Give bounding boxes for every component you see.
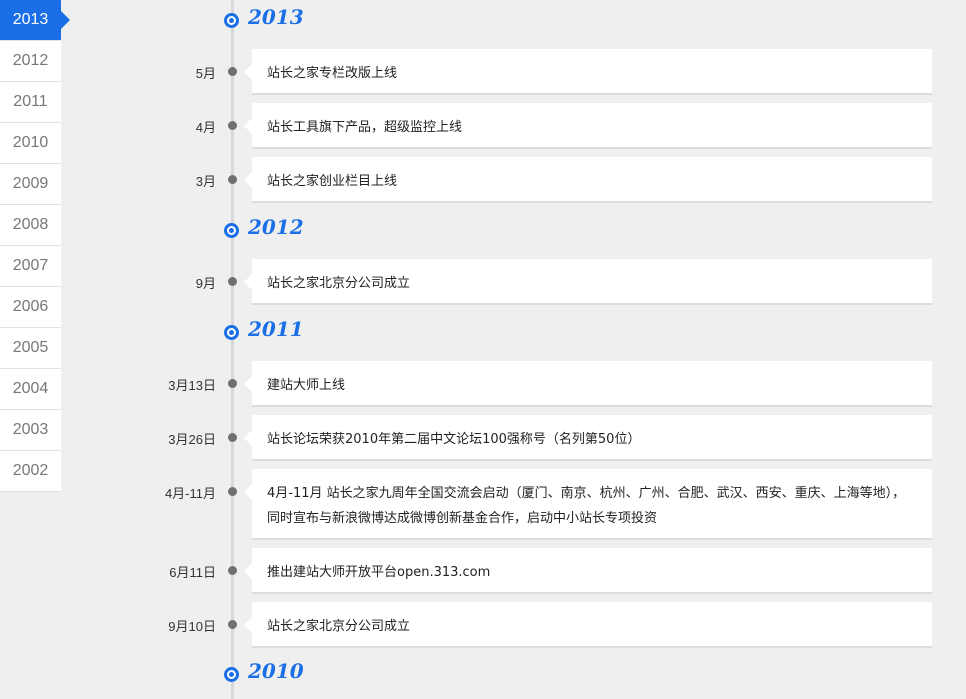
event-date: 3月13日 [168,378,216,393]
year-title: 2012 [248,215,304,239]
event-date: 3月 [195,174,216,189]
event-dot-icon [228,277,237,286]
timeline-event: 3月 站长之家创业栏目上线 [0,157,966,203]
event-card: 4月-11月 站长之家九周年全国交流会启动（厦门、南京、杭州、广州、合肥、武汉、… [244,469,932,540]
event-dot-icon [228,433,237,442]
event-card: 建站大师上线 [244,361,932,407]
event-card: 站长之家专栏改版上线 [244,49,932,95]
event-dot-icon [228,121,237,130]
event-date: 6月11日 [169,565,216,580]
timeline-event: 4月 站长工具旗下产品，超级监控上线 [0,103,966,149]
event-dot-icon [228,67,237,76]
event-date: 9月10日 [168,619,216,634]
event-date: 5月 [195,66,216,81]
year-nav-item-2008[interactable]: 2008 [0,205,61,246]
event-card: 站长之家北京分公司成立 [244,602,932,648]
year-title: 2010 [248,659,304,683]
event-date: 9月 [195,276,216,291]
event-card: 推出建站大师开放平台open.313.com [244,548,932,594]
event-card: 站长论坛荣获2010年第二届中文论坛100强称号（名列第50位） [244,415,932,461]
timeline-event: 3月13日 建站大师上线 [0,361,966,407]
event-card: 站长之家创业栏目上线 [244,157,932,203]
event-dot-icon [228,620,237,629]
timeline-event: 6月11日 推出建站大师开放平台open.313.com [0,548,966,594]
event-dot-icon [228,566,237,575]
event-dot-icon [228,487,237,496]
timeline-event: 9月10日 站长之家北京分公司成立 [0,602,966,648]
event-card: 站长工具旗下产品，超级监控上线 [244,103,932,149]
timeline-event: 3月26日 站长论坛荣获2010年第二届中文论坛100强称号（名列第50位） [0,415,966,461]
timeline-event: 9月 站长之家北京分公司成立 [0,259,966,305]
year-marker-icon [224,13,239,28]
year-title: 2013 [248,5,304,29]
timeline-event: 5月 站长之家专栏改版上线 [0,49,966,95]
year-title: 2011 [248,317,304,341]
year-marker-icon [224,325,239,340]
event-dot-icon [228,379,237,388]
event-card: 站长之家北京分公司成立 [244,259,932,305]
event-date: 3月26日 [168,432,216,447]
event-date: 4月-11月 [164,486,216,501]
year-nav-item-2013[interactable]: 2013 [0,0,70,41]
timeline-event: 4月-11月 4月-11月 站长之家九周年全国交流会启动（厦门、南京、杭州、广州… [0,469,966,540]
year-marker-icon [224,667,239,682]
event-dot-icon [228,175,237,184]
year-marker-icon [224,223,239,238]
event-date: 4月 [195,120,216,135]
